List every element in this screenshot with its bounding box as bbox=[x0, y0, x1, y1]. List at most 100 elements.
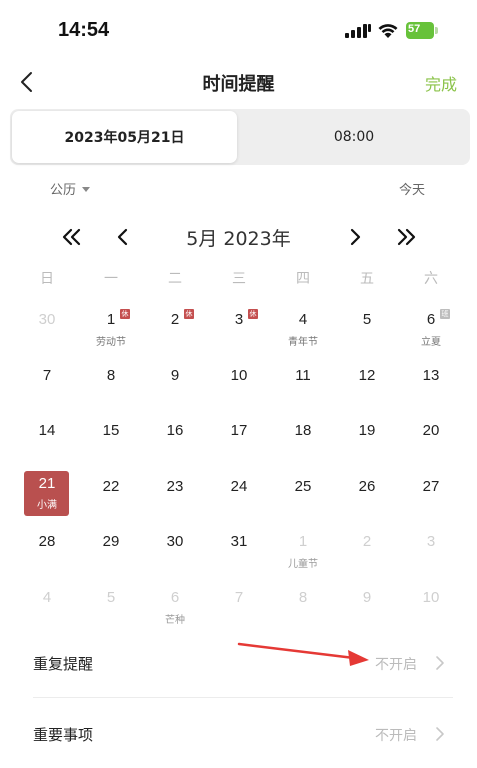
day-number: 21 bbox=[38, 474, 56, 492]
day-cell[interactable]: 2休 bbox=[143, 300, 207, 356]
day-festival-label: 劳动节 bbox=[96, 337, 126, 348]
week-row: 4 5 6 芒种 7 8 9 10 bbox=[15, 578, 463, 634]
status-bar: 14:54 57 bbox=[0, 0, 477, 62]
day-cell[interactable]: 10 bbox=[207, 356, 271, 412]
week-row: 30 1 劳动节休 2 休 3 休 4 青年节 5 6 立夏班 bbox=[15, 300, 463, 356]
day-number: 7 bbox=[234, 588, 244, 606]
day-cell[interactable]: 24 bbox=[207, 467, 271, 523]
day-cell[interactable]: 8 bbox=[271, 578, 335, 634]
important-item-row[interactable]: 重要事项 不开启 bbox=[33, 714, 453, 754]
weekday-label: 二 bbox=[168, 271, 182, 287]
weekday-label: 三 bbox=[232, 271, 246, 287]
day-cell[interactable]: 25 bbox=[271, 467, 335, 523]
day-number: 24 bbox=[230, 477, 248, 495]
time-segment-tab[interactable]: 08:00 bbox=[240, 111, 468, 163]
day-number: 18 bbox=[294, 422, 312, 439]
chevron-right-icon bbox=[436, 656, 444, 670]
day-festival-label: 儿童节 bbox=[288, 559, 318, 570]
day-number: 6 bbox=[426, 311, 436, 328]
day-number: 2 bbox=[170, 311, 180, 328]
day-cell[interactable]: 22 bbox=[79, 467, 143, 523]
day-number: 5 bbox=[362, 311, 372, 328]
day-number: 27 bbox=[422, 477, 440, 495]
day-cell[interactable]: 13 bbox=[399, 356, 463, 412]
day-festival-label: 青年节 bbox=[288, 337, 318, 348]
day-number: 13 bbox=[422, 366, 440, 384]
day-cell[interactable]: 26 bbox=[335, 467, 399, 523]
day-cell[interactable]: 3休 bbox=[207, 300, 271, 356]
day-cell[interactable]: 1 儿童节 bbox=[271, 522, 335, 578]
weekday-label: 一 bbox=[104, 271, 118, 287]
day-number: 3 bbox=[234, 311, 244, 328]
holiday-badge: 休 bbox=[248, 309, 258, 319]
day-cell[interactable]: 31 bbox=[207, 522, 271, 578]
day-cell[interactable]: 9 bbox=[143, 356, 207, 412]
day-cell[interactable]: 17 bbox=[207, 411, 271, 467]
day-cell[interactable]: 19 bbox=[335, 411, 399, 467]
important-item-value: 不开启 bbox=[375, 728, 417, 744]
day-cell[interactable]: 29 bbox=[79, 522, 143, 578]
day-cell[interactable]: 14 bbox=[15, 411, 79, 467]
day-cell[interactable]: 30 bbox=[15, 300, 79, 356]
day-number: 30 bbox=[38, 311, 56, 328]
day-number: 8 bbox=[106, 366, 116, 384]
day-cell[interactable]: 6 芒种 bbox=[143, 578, 207, 634]
day-number: 26 bbox=[358, 477, 376, 495]
day-cell[interactable]: 30 bbox=[143, 522, 207, 578]
day-number: 20 bbox=[422, 422, 440, 439]
day-cell[interactable]: 4 bbox=[15, 578, 79, 634]
day-cell[interactable]: 9 bbox=[335, 578, 399, 634]
day-cell[interactable]: 20 bbox=[399, 411, 463, 467]
weekday-header: 日一二三四五六 bbox=[15, 268, 463, 288]
day-cell[interactable]: 4 青年节 bbox=[271, 300, 335, 356]
day-number: 1 bbox=[298, 533, 308, 550]
weekday-label: 四 bbox=[296, 271, 310, 287]
caret-down-icon bbox=[82, 186, 91, 192]
holiday-badge: 休 bbox=[184, 309, 194, 319]
day-number: 6 bbox=[170, 588, 180, 606]
nav-bar: 时间提醒 完成 bbox=[0, 62, 477, 104]
day-cell[interactable]: 15 bbox=[79, 411, 143, 467]
day-cell-selected[interactable]: 21 小满 bbox=[15, 467, 79, 523]
day-cell[interactable]: 7 bbox=[15, 356, 79, 412]
next-month-icon[interactable] bbox=[342, 224, 368, 250]
battery-icon: 57 bbox=[406, 22, 438, 39]
day-number: 5 bbox=[106, 588, 116, 606]
day-cell[interactable]: 12 bbox=[335, 356, 399, 412]
day-cell[interactable]: 16 bbox=[143, 411, 207, 467]
day-cell[interactable]: 27 bbox=[399, 467, 463, 523]
calendar-type-dropdown[interactable]: 公历 bbox=[50, 179, 91, 198]
day-cell[interactable]: 1 劳动节 休 bbox=[79, 300, 143, 356]
calendar-day-grid: 30 1 劳动节休 2 休 3 休 4 青年节 5 6 立夏班 7 8 9 10 11 12 13 14 15 16 17 1… bbox=[15, 300, 463, 633]
day-cell[interactable]: 5 bbox=[79, 578, 143, 634]
done-button[interactable]: 完成 bbox=[425, 71, 457, 95]
day-cell[interactable]: 5 bbox=[335, 300, 399, 356]
day-number: 25 bbox=[294, 477, 312, 495]
day-number: 4 bbox=[298, 311, 308, 328]
day-number: 23 bbox=[166, 477, 184, 495]
important-item-label: 重要事项 bbox=[33, 726, 94, 744]
day-cell[interactable]: 10 bbox=[399, 578, 463, 634]
day-number: 17 bbox=[230, 422, 248, 439]
day-cell[interactable]: 2 bbox=[335, 522, 399, 578]
day-number: 30 bbox=[166, 533, 184, 550]
day-cell[interactable]: 18 bbox=[271, 411, 335, 467]
day-festival-label: 小满 bbox=[37, 499, 57, 511]
day-cell[interactable]: 23 bbox=[143, 467, 207, 523]
day-cell[interactable]: 3 bbox=[399, 522, 463, 578]
day-number: 28 bbox=[38, 533, 56, 550]
week-row: 21 小满 22 23 24 25 26 27 bbox=[15, 467, 463, 523]
workday-badge: 班 bbox=[440, 309, 450, 319]
day-number: 12 bbox=[358, 366, 376, 384]
day-cell[interactable]: 6 立夏 班 bbox=[399, 300, 463, 356]
holiday-badge: 休 bbox=[120, 309, 130, 319]
day-cell[interactable]: 7 bbox=[207, 578, 271, 634]
day-cell[interactable]: 28 bbox=[15, 522, 79, 578]
day-cell[interactable]: 11 bbox=[271, 356, 335, 412]
date-segment-tab[interactable]: 2023年05月21日 bbox=[12, 111, 237, 163]
day-number: 4 bbox=[42, 588, 52, 606]
today-button[interactable]: 今天 bbox=[399, 179, 425, 198]
divider bbox=[33, 697, 453, 698]
next-year-icon[interactable] bbox=[393, 224, 419, 250]
day-cell[interactable]: 8 bbox=[79, 356, 143, 412]
